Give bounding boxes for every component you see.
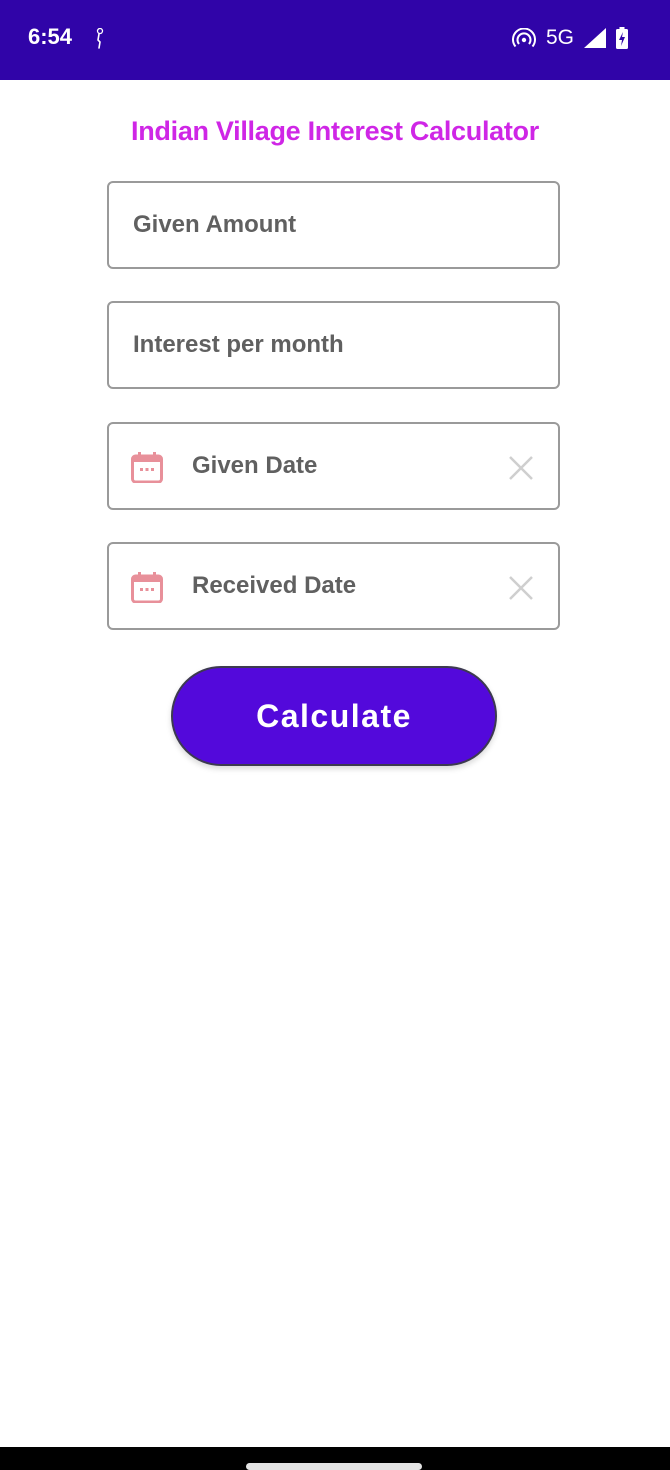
app-title: Indian Village Interest Calculator (131, 116, 539, 146)
fitness-figure-icon (96, 28, 104, 49)
interest-per-month-placeholder: Interest per month (133, 331, 344, 358)
status-icons: 5G (512, 26, 628, 50)
signal-icon (584, 28, 606, 48)
status-time: 6:54 (28, 24, 73, 49)
given-amount-input[interactable]: Given Amount (107, 181, 560, 269)
given-date-placeholder: Given Date (192, 452, 318, 479)
received-date-placeholder: Received Date (192, 572, 357, 599)
received-date-field[interactable]: Received Date (107, 542, 560, 630)
interest-per-month-input[interactable]: Interest per month (107, 301, 560, 389)
given-amount-placeholder: Given Amount (133, 211, 297, 238)
network-type: 5G (545, 26, 574, 49)
hotspot-icon (512, 28, 536, 48)
close-icon[interactable] (508, 575, 534, 601)
calendar-icon[interactable] (131, 571, 163, 603)
calculate-button[interactable]: Calculate (171, 666, 497, 766)
close-icon[interactable] (508, 455, 534, 481)
battery-charging-icon (616, 27, 628, 49)
given-date-field[interactable]: Given Date (107, 422, 560, 510)
calendar-icon[interactable] (131, 451, 163, 483)
status-bar: 6:54 5G (0, 0, 670, 80)
home-gesture-handle[interactable] (246, 1463, 422, 1470)
navigation-bar (0, 1447, 670, 1470)
